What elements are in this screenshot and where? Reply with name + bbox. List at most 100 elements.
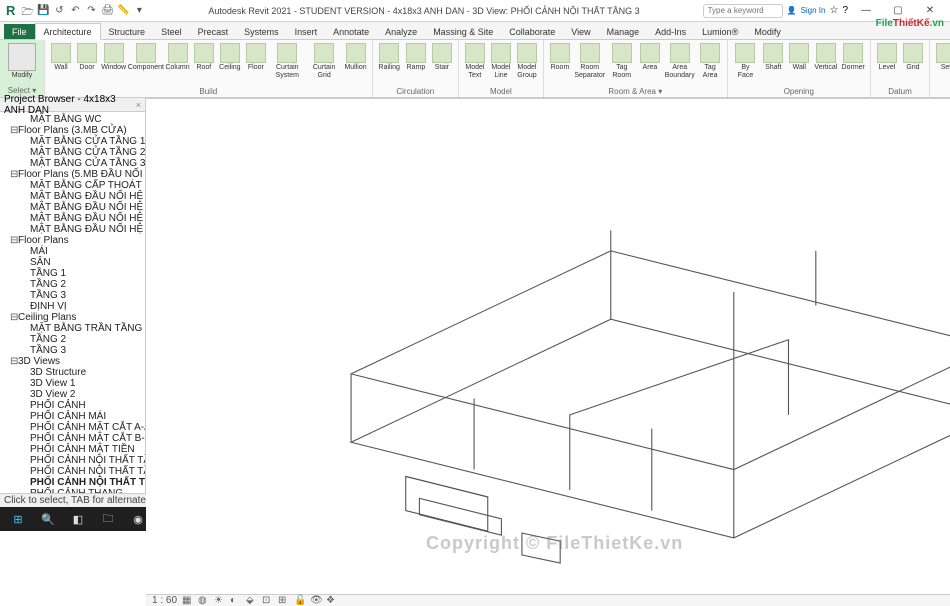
shaft-button[interactable]: Shaft xyxy=(761,42,785,73)
tree-node[interactable]: ⊟Floor Plans (3.MB CỬA) xyxy=(0,125,145,136)
help-search-input[interactable] xyxy=(703,4,783,18)
start-button[interactable]: ⊞ xyxy=(4,509,32,529)
tree-node[interactable]: TẦNG 1 xyxy=(0,268,145,279)
crop-icon[interactable]: ⊡ xyxy=(262,595,273,606)
open-icon[interactable]: 🗁 xyxy=(21,5,33,17)
tree-node[interactable]: MẶT BẰNG TRẦN TẦNG 1 xyxy=(0,323,145,334)
scale-label[interactable]: 1 : 60 xyxy=(152,595,177,606)
tree-node[interactable]: ĐỊNH VỊ xyxy=(0,301,145,312)
maximize-button[interactable]: ▢ xyxy=(884,2,912,20)
browser-tree[interactable]: MẶT BẰNG WC⊟Floor Plans (3.MB CỬA) MẶT BẰ… xyxy=(0,112,145,493)
dormer-button[interactable]: Dormer xyxy=(840,42,866,73)
level-button[interactable]: Level xyxy=(875,42,899,73)
3d-canvas[interactable]: ◉ Copyright © FileThietKe.vn xyxy=(146,99,950,594)
tree-node[interactable]: 3D Structure xyxy=(0,367,145,378)
areaboundary-button[interactable]: Area Boundary xyxy=(664,42,696,81)
tree-node[interactable]: MẶT BẰNG CỬA TẦNG 2 xyxy=(0,147,145,158)
reveal-icon[interactable]: ❖ xyxy=(326,595,337,606)
tree-node[interactable]: MẶT BẰNG ĐẦU NỐI HỆ THỐNG THÔN xyxy=(0,213,145,224)
room-button[interactable]: Room xyxy=(548,42,572,73)
component-button[interactable]: Component xyxy=(128,42,163,73)
ribbon-tab-systems[interactable]: Systems xyxy=(236,24,287,39)
tree-node[interactable]: MẶT BẰNG ĐẦU NỐI HỆ THỐNG THOÁ xyxy=(0,202,145,213)
tree-node[interactable]: MẶT BẰNG CỬA TẦNG 3 xyxy=(0,158,145,169)
tree-node[interactable]: ⊟3D Views xyxy=(0,356,145,367)
help-icon[interactable]: ? xyxy=(842,5,848,16)
sync-icon[interactable]: ↺ xyxy=(53,5,65,17)
tree-node[interactable]: MẶT BẰNG WC xyxy=(0,114,145,125)
tree-node[interactable]: PHỐI CẢNH NỘI THẤT TẦNG 3 xyxy=(0,477,145,488)
tagroom-button[interactable]: Tag Room xyxy=(608,42,636,81)
curtainsystem-button[interactable]: Curtain System xyxy=(270,42,305,81)
ribbon-tab-file[interactable]: File xyxy=(4,24,35,39)
ribbon-tab-annotate[interactable]: Annotate xyxy=(325,24,377,39)
undo-icon[interactable]: ↶ xyxy=(69,5,81,17)
render-icon[interactable]: ⬙ xyxy=(246,595,257,606)
grid-button[interactable]: Grid xyxy=(901,42,925,73)
ribbon-tab-insert[interactable]: Insert xyxy=(287,24,326,39)
ribbon-tab-collaborate[interactable]: Collaborate xyxy=(501,24,563,39)
redo-icon[interactable]: ↷ xyxy=(85,5,97,17)
tree-node[interactable]: PHỐI CẢNH NỘI THẤT TẦNG 2 xyxy=(0,466,145,477)
detail-level-icon[interactable]: ▦ xyxy=(182,595,193,606)
tree-node[interactable]: ⊟Ceiling Plans xyxy=(0,312,145,323)
tree-node[interactable]: ⊟Floor Plans (5.MB ĐẦU NỐI ME) xyxy=(0,169,145,180)
sunpath-icon[interactable]: ☀ xyxy=(214,595,225,606)
ribbon-tab-structure[interactable]: Structure xyxy=(101,24,154,39)
unlock-icon[interactable]: 🔓 xyxy=(294,595,305,606)
modelline-button[interactable]: Model Line xyxy=(489,42,513,81)
vertical-button[interactable]: Vertical xyxy=(813,42,838,73)
window-button[interactable]: Window xyxy=(101,42,126,73)
set-button[interactable]: Set xyxy=(934,42,950,73)
tree-node[interactable]: SÂN xyxy=(0,257,145,268)
ribbon-tab-addins[interactable]: Add-Ins xyxy=(647,24,694,39)
tree-node[interactable]: PHỐI CẢNH MẶT TIỀN xyxy=(0,444,145,455)
save-icon[interactable]: 💾 xyxy=(37,5,49,17)
stair-button[interactable]: Stair xyxy=(430,42,454,73)
door-button[interactable]: Door xyxy=(75,42,99,73)
print-icon[interactable]: 🖨 xyxy=(101,5,113,17)
tree-node[interactable]: TẦNG 3 xyxy=(0,345,145,356)
tree-node[interactable]: 3D View 1 xyxy=(0,378,145,389)
minimize-button[interactable]: — xyxy=(852,2,880,20)
curtaingrid-button[interactable]: Curtain Grid xyxy=(307,42,342,81)
tree-node[interactable]: 3D View 2 xyxy=(0,389,145,400)
qat-more-icon[interactable]: ▾ xyxy=(133,5,145,17)
tree-node[interactable]: PHỐI CẢNH MÁI xyxy=(0,411,145,422)
tree-node[interactable]: MÁI xyxy=(0,246,145,257)
ceiling-button[interactable]: Ceiling xyxy=(218,42,242,73)
tree-node[interactable]: PHỐI CẢNH xyxy=(0,400,145,411)
floor-button[interactable]: Floor xyxy=(244,42,268,73)
ribbon-tab-architecture[interactable]: Architecture xyxy=(35,23,101,40)
explorer-icon[interactable]: 🗀 xyxy=(94,509,122,529)
modify-button[interactable]: Modify xyxy=(6,42,38,81)
ribbon-tab-analyze[interactable]: Analyze xyxy=(377,24,425,39)
ribbon-tab-massingsite[interactable]: Massing & Site xyxy=(425,24,501,39)
tagarea-button[interactable]: Tag Area xyxy=(698,42,723,81)
ribbon-tab-lumion[interactable]: Lumion® xyxy=(694,24,746,39)
modelgroup-button[interactable]: Model Group xyxy=(515,42,539,81)
measure-icon[interactable]: 📏 xyxy=(117,5,129,17)
tree-node[interactable]: TẦNG 2 xyxy=(0,279,145,290)
crop-region-icon[interactable]: ⊞ xyxy=(278,595,289,606)
ribbon-tab-steel[interactable]: Steel xyxy=(153,24,190,39)
ribbon-tab-precast[interactable]: Precast xyxy=(190,24,237,39)
tree-node[interactable]: ⊟Floor Plans xyxy=(0,235,145,246)
railing-button[interactable]: Railing xyxy=(377,42,402,73)
roomseparator-button[interactable]: Room Separator xyxy=(574,42,606,81)
wall-button[interactable]: Wall xyxy=(787,42,811,73)
close-button[interactable]: ✕ xyxy=(916,2,944,20)
search-taskbar-icon[interactable]: 🔍 xyxy=(34,509,62,529)
tree-node[interactable]: MẶT BẰNG CẤP THOÁT NƯỚC MÁI xyxy=(0,180,145,191)
wall-button[interactable]: Wall xyxy=(49,42,73,73)
column-button[interactable]: Column xyxy=(165,42,190,73)
browser-close-icon[interactable]: × xyxy=(136,100,141,110)
visual-style-icon[interactable]: ◍ xyxy=(198,595,209,606)
tree-node[interactable]: MẶT BẰNG ĐẦU NỐI HỆ THỐNG ĐIỆN xyxy=(0,224,145,235)
temp-hide-icon[interactable]: 👁 xyxy=(310,595,321,606)
tree-node[interactable]: PHỐI CẢNH MẶT CẮT A-A xyxy=(0,422,145,433)
modeltext-button[interactable]: Model Text xyxy=(463,42,487,81)
ribbon-tab-manage[interactable]: Manage xyxy=(599,24,648,39)
shadows-icon[interactable]: ◐ xyxy=(230,595,241,606)
tree-node[interactable]: TẦNG 2 xyxy=(0,334,145,345)
